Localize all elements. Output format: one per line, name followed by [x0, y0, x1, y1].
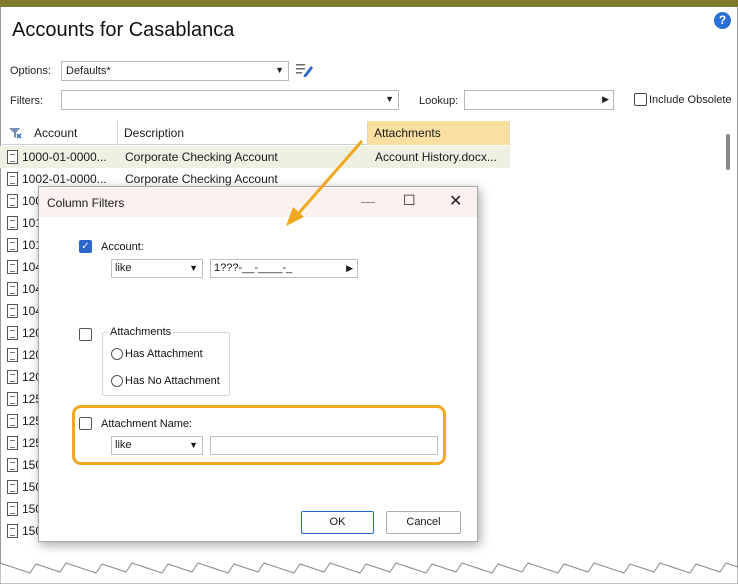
document-icon — [7, 194, 18, 208]
has-attachment-label: Has Attachment — [125, 348, 203, 360]
attachment-name-label: Attachment Name: — [101, 418, 193, 430]
close-icon[interactable]: ✕ — [449, 191, 462, 211]
include-obsolete-label: Include Obsolete — [649, 94, 732, 106]
cell-account: 1000-01-0000... — [22, 150, 107, 164]
include-obsolete-checkbox[interactable] — [634, 93, 647, 106]
chevron-down-icon: ▼ — [385, 94, 394, 104]
attachment-name-input[interactable] — [210, 436, 438, 455]
document-icon — [7, 370, 18, 384]
options-value: Defaults* — [66, 65, 111, 77]
edit-options-icon[interactable] — [296, 63, 314, 77]
filters-label: Filters: — [10, 95, 43, 107]
ok-button[interactable]: OK — [301, 511, 374, 534]
top-accent-bar — [0, 0, 738, 7]
has-attachment-radio[interactable] — [111, 348, 123, 360]
chevron-down-icon: ▼ — [275, 65, 284, 75]
dialog-titlebar: Column Filters — ☐ ✕ — [39, 187, 477, 217]
clear-filter-icon[interactable] — [8, 127, 22, 139]
document-icon — [7, 502, 18, 516]
minimize-icon[interactable]: — — [361, 193, 375, 209]
document-icon — [7, 348, 18, 362]
dialog-title: Column Filters — [47, 196, 125, 210]
document-icon — [7, 414, 18, 428]
vertical-scrollbar[interactable] — [726, 134, 730, 170]
column-header-attachments[interactable]: Attachments — [368, 121, 510, 145]
account-value-text: 1???-__-____-_ — [214, 262, 293, 274]
document-icon — [7, 150, 18, 164]
attachment-name-operator-select[interactable]: like ▼ — [111, 436, 203, 455]
torn-edge — [0, 562, 738, 584]
lookup-field[interactable]: ▶ — [464, 90, 614, 110]
filters-select[interactable]: ▼ — [61, 90, 399, 110]
account-filter-label: Account: — [101, 241, 144, 253]
column-header-account[interactable]: Account — [28, 121, 118, 145]
account-operator-value: like — [115, 262, 132, 274]
has-no-attachment-radio[interactable] — [111, 375, 123, 387]
help-icon[interactable]: ? — [714, 12, 731, 29]
cell-attachments: Account History.docx... — [375, 150, 497, 164]
column-header-description[interactable]: Description — [118, 121, 368, 145]
document-icon — [7, 172, 18, 186]
attachment-name-highlight — [72, 405, 446, 465]
attachments-filter-checkbox[interactable] — [79, 328, 92, 341]
chevron-down-icon: ▼ — [189, 440, 198, 450]
document-icon — [7, 392, 18, 406]
document-icon — [7, 458, 18, 472]
account-operator-select[interactable]: like ▼ — [111, 259, 203, 278]
document-icon — [7, 260, 18, 274]
page-title: Accounts for Casablanca — [12, 19, 235, 41]
document-icon — [7, 216, 18, 230]
maximize-icon[interactable]: ☐ — [403, 192, 416, 209]
document-icon — [7, 524, 18, 538]
grid-header: Account Description Attachments — [2, 121, 510, 145]
document-icon — [7, 282, 18, 296]
document-icon — [7, 304, 18, 318]
has-no-attachment-label: Has No Attachment — [125, 375, 220, 387]
chevron-down-icon: ▼ — [189, 263, 198, 273]
account-filter-checkbox[interactable]: ✓ — [79, 240, 92, 253]
chevron-right-icon: ▶ — [602, 94, 609, 104]
cell-description: Corporate Checking Account — [125, 150, 278, 164]
options-label: Options: — [10, 65, 51, 77]
chevron-right-icon: ▶ — [346, 263, 353, 273]
attachments-group-label: Attachments — [108, 326, 174, 338]
document-icon — [7, 480, 18, 494]
table-row[interactable]: 1000-01-0000... Corporate Checking Accoun… — [0, 146, 510, 168]
options-select[interactable]: Defaults* ▼ — [61, 61, 289, 81]
cancel-button[interactable]: Cancel — [386, 511, 461, 534]
document-icon — [7, 326, 18, 340]
attachment-name-checkbox[interactable] — [79, 417, 92, 430]
column-filters-dialog: Column Filters — ☐ ✕ ✓ Account: like ▼ 1… — [38, 186, 478, 542]
document-icon — [7, 238, 18, 252]
account-value-field[interactable]: 1???-__-____-_ ▶ — [210, 259, 358, 278]
lookup-label: Lookup: — [419, 95, 459, 107]
attachment-name-operator-value: like — [115, 439, 132, 451]
document-icon — [7, 436, 18, 450]
